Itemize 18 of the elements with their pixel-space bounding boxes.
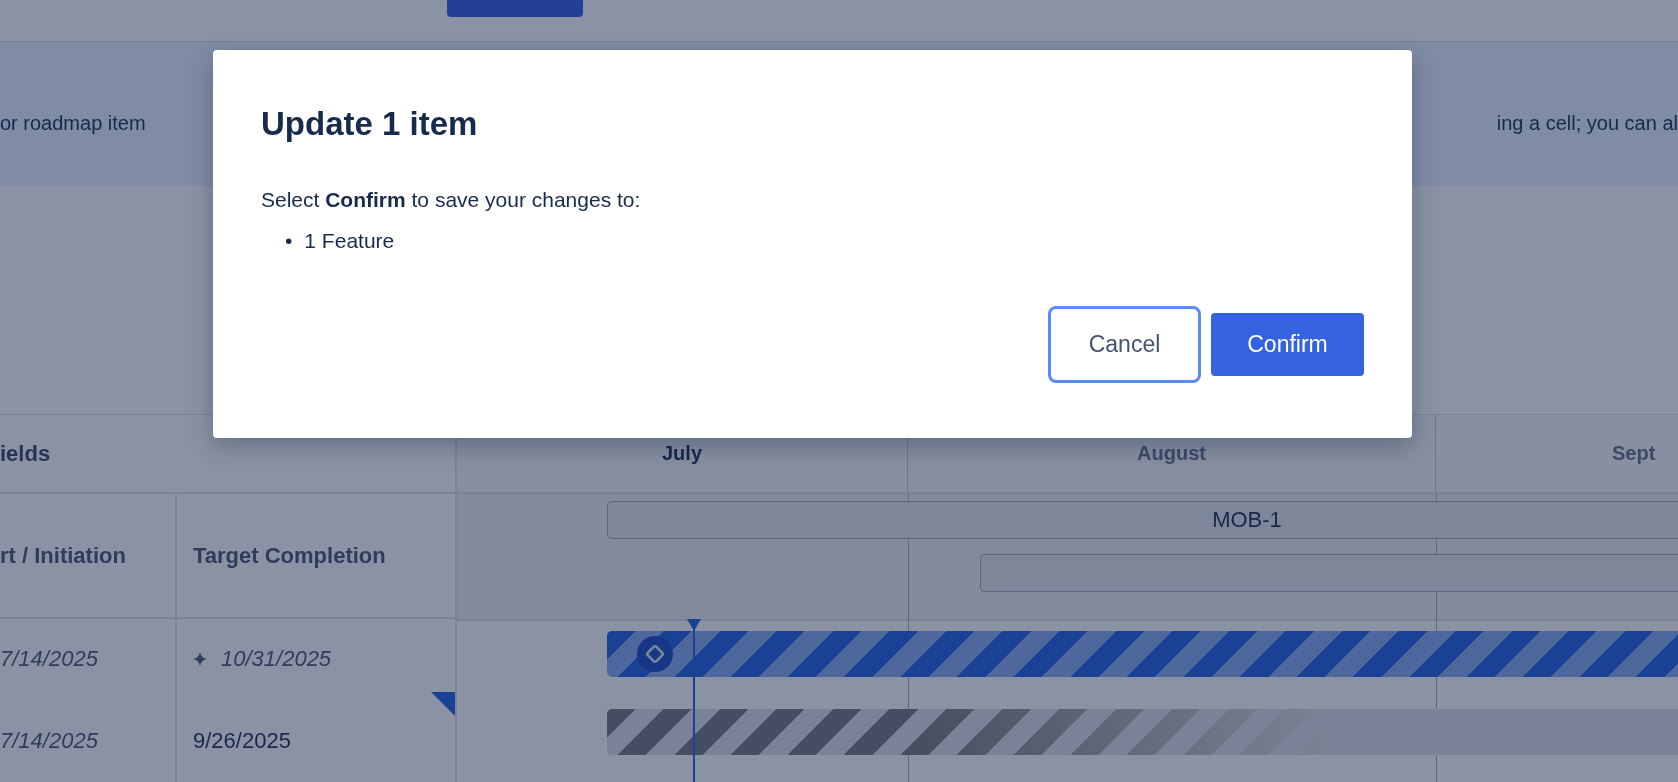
bullet: •: [285, 228, 293, 254]
dialog-title: Update 1 item: [261, 104, 479, 144]
list-item: 1 Feature: [304, 228, 395, 254]
info-text: or roadmap item: [0, 112, 146, 135]
date-cell: 9/26/2025: [193, 727, 291, 754]
column-header: rt / Initiation: [0, 494, 177, 619]
confirm-button[interactable]: Confirm: [1211, 313, 1364, 376]
primary-button[interactable]: [447, 0, 583, 17]
dialog-message: Select Confirm to save your changes to:: [261, 187, 642, 213]
roadmap-bar[interactable]: MOB-1: [607, 501, 1678, 539]
feature-bar[interactable]: [607, 631, 1678, 677]
date-cell: 7/14/2025: [0, 727, 98, 754]
date-cell: 7/14/2025: [0, 645, 98, 672]
month-header: Sept: [1611, 441, 1657, 466]
cancel-button[interactable]: Cancel: [1048, 306, 1201, 383]
info-text: ing a cell; you can al: [1496, 112, 1678, 135]
date-cell: 10/31/2025: [221, 645, 332, 672]
roadmap-bar[interactable]: [607, 709, 1678, 755]
